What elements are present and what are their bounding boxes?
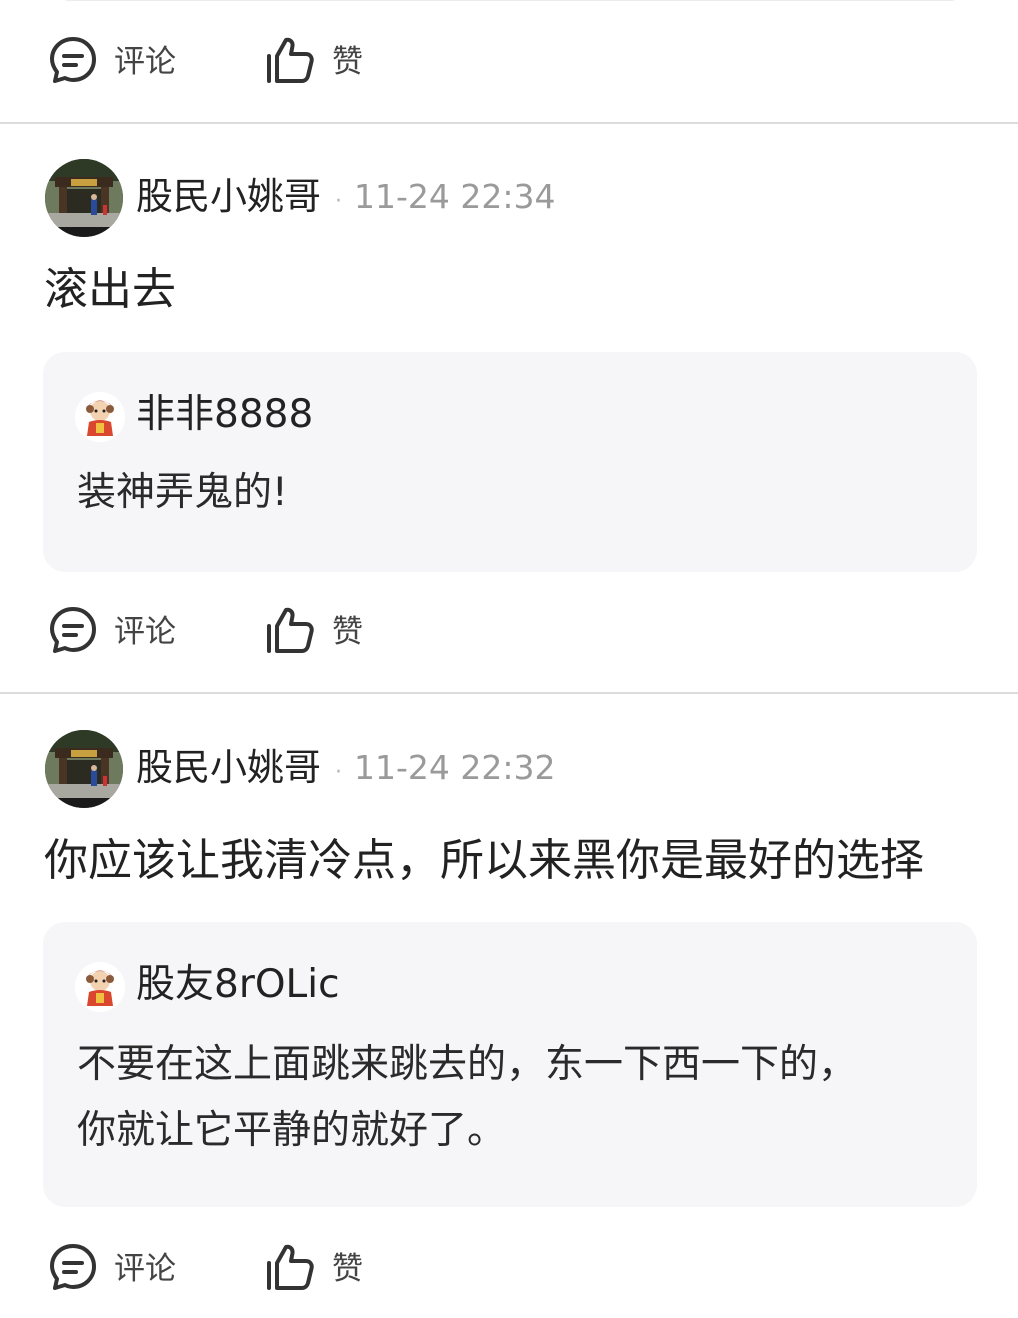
quote-avatar[interactable] [75,962,125,1012]
like-label: 赞 [332,43,363,80]
quote-avatar[interactable] [75,392,125,442]
comment-bubble-icon [48,35,98,89]
quote-text: 不要在这上面跳来跳去的，东一下西一下的， 你就让它平静的就好了。 [77,1032,957,1164]
like-button[interactable]: 赞 [264,36,363,88]
comment-bubble-icon [48,605,98,659]
like-button[interactable]: 赞 [264,1243,363,1295]
comment-text: 滚出去 [44,264,176,315]
comment-time: 11-24 22:32 [354,748,556,787]
comment-button[interactable]: 评论 [48,606,176,658]
comment-meta: · 11-24 22:34 [335,180,555,213]
comment-bubble-icon [48,1242,98,1296]
comment-text: 你应该让我清冷点，所以来黑你是最好的选择 [44,835,924,886]
quote-text-line: 不要在这上面跳来跳去的，东一下西一下的， [77,1042,858,1087]
like-label: 赞 [332,1250,363,1287]
comment-header: 股民小姚哥 · 11-24 22:34 [136,178,555,215]
like-button[interactable]: 赞 [264,606,363,658]
like-label: 赞 [332,613,363,650]
thumbs-up-icon [264,34,316,90]
avatar[interactable] [45,159,123,237]
comment-label: 评论 [114,1250,176,1287]
comment-label: 评论 [114,613,176,650]
comment-button[interactable]: 评论 [48,1243,176,1295]
quoted-comment[interactable]: 非非8888 装神弄鬼的! [43,352,977,572]
quote-text-line: 装神弄鬼的! [77,470,288,515]
comment-button[interactable]: 评论 [48,36,176,88]
quote-author-name[interactable]: 非非8888 [136,395,313,434]
quote-text-line: 你就让它平静的就好了。 [77,1108,507,1153]
comment-label: 评论 [114,43,176,80]
avatar[interactable] [45,730,123,808]
comment-meta: · 11-24 22:32 [335,751,555,784]
separator-dot: · [335,760,342,785]
author-name[interactable]: 股民小姚哥 [136,749,321,786]
comment-header: 股民小姚哥 · 11-24 22:32 [136,749,555,786]
quoted-comment[interactable]: 股友8rOLic 不要在这上面跳来跳去的，东一下西一下的， 你就让它平静的就好了… [43,922,977,1207]
card-divider [0,692,1018,694]
thumbs-up-icon [264,1241,316,1297]
card-divider [0,122,1018,124]
comment-time: 11-24 22:34 [354,177,556,216]
quote-author-name[interactable]: 股友8rOLic [136,965,340,1004]
separator-dot: · [335,189,342,214]
thumbs-up-icon [264,604,316,660]
previous-card-edge [60,0,960,1]
author-name[interactable]: 股民小姚哥 [136,178,321,215]
